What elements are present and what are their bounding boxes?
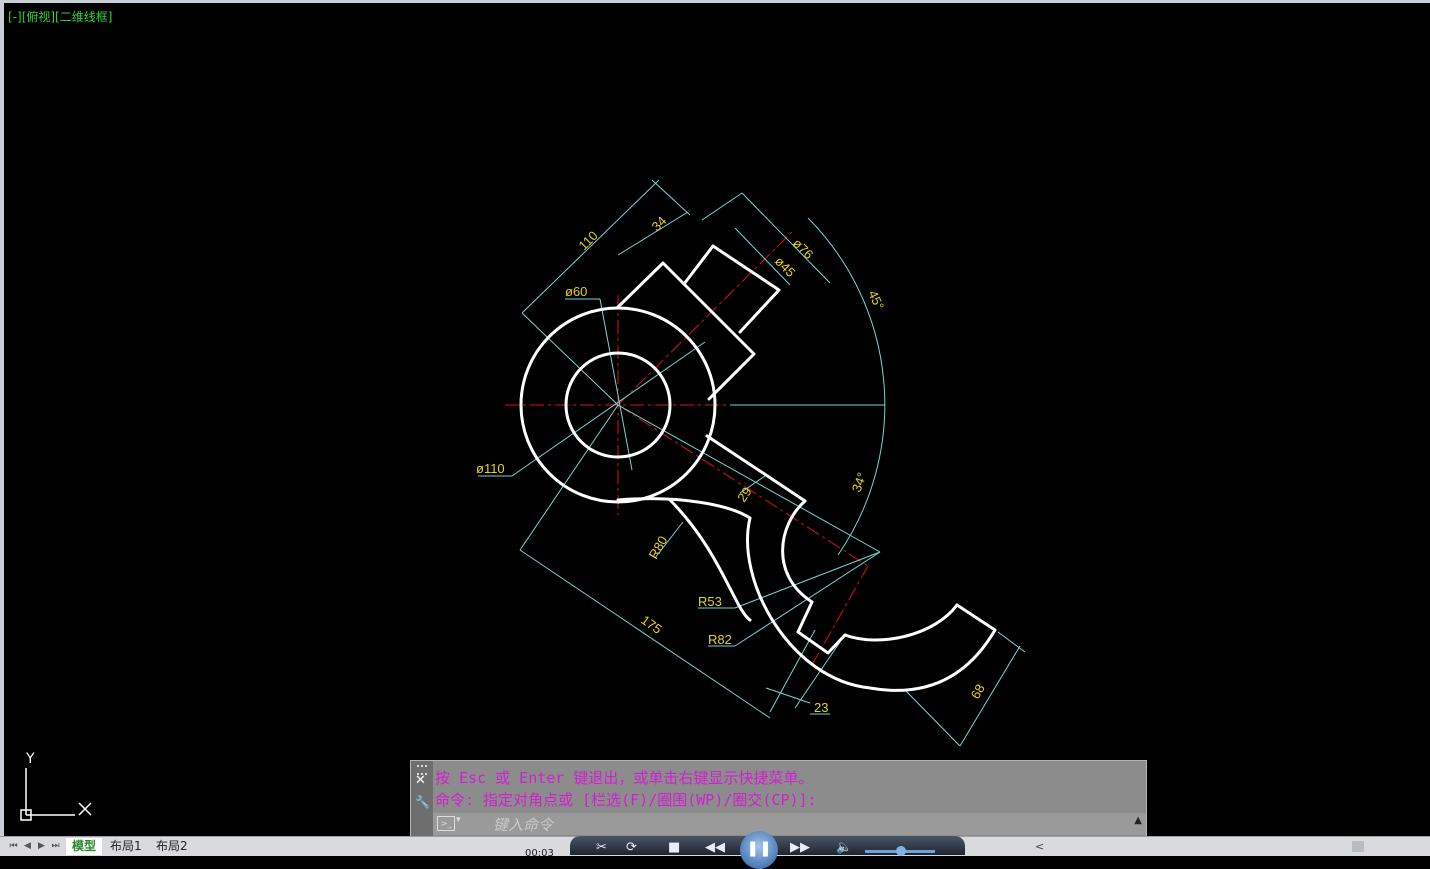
dimension-texts: 110 34 ø76 ø45 ø60 ø110 45° 34° 29 R80 R…: [476, 213, 988, 715]
tab-model[interactable]: 模型: [66, 838, 103, 855]
next-tab-icon[interactable]: ▶: [36, 840, 47, 852]
media-time: 00:03: [525, 848, 554, 859]
inner-c-arc: [843, 603, 959, 642]
cad-drawing: 110 34 ø76 ø45 ø60 ø110 45° 34° 29 R80 R…: [20, 179, 1026, 821]
command-prompt-icon[interactable]: >_: [437, 816, 455, 831]
dim-175-line: [519, 549, 771, 719]
c-end-edge: [955, 603, 997, 632]
rewind-icon[interactable]: ◀◀: [705, 840, 725, 855]
volume-icon[interactable]: 🔈: [836, 840, 852, 855]
dim-175: 175: [638, 612, 664, 637]
ext-line: [769, 629, 816, 713]
command-input[interactable]: [491, 814, 1095, 835]
tab-layout2[interactable]: 布局2: [150, 838, 194, 855]
dim-phi76-line: [701, 192, 743, 221]
leader-phi60: [599, 298, 633, 471]
ext-line: [794, 641, 841, 709]
dim-110: 110: [576, 228, 601, 253]
dim-r53: R53: [698, 594, 722, 609]
chevron-down-icon[interactable]: ▾: [456, 815, 461, 825]
ext-line: [651, 179, 691, 216]
command-window[interactable]: ✕ 🔧 按 Esc 或 Enter 键退出，或单击右键显示快捷菜单。 命令: 指…: [410, 760, 1147, 838]
pause-icon[interactable]: ❚❚: [740, 831, 778, 869]
dim-angle-45: 45°: [865, 288, 887, 312]
part-geometry: [519, 244, 997, 692]
command-input-bar[interactable]: >_ ▾ ▲: [433, 813, 1146, 835]
last-tab-icon[interactable]: ⏭: [50, 840, 61, 852]
dim-r82: R82: [708, 632, 732, 647]
tab-layout1[interactable]: 布局1: [104, 838, 148, 855]
dim-phi45: ø45: [772, 254, 798, 280]
dim-phi76: ø76: [790, 236, 816, 262]
dim-29: 29: [734, 484, 755, 504]
chevron-up-icon[interactable]: ▲: [1134, 815, 1142, 826]
ext-line: [997, 631, 1026, 653]
ext-line: [904, 689, 961, 747]
repeat-icon[interactable]: ⟳: [626, 840, 637, 855]
horizontal-scroll-thumb[interactable]: [1352, 841, 1364, 852]
command-sidebar: ✕ 🔧: [411, 761, 433, 837]
ucs-icon: [20, 768, 92, 821]
dimension-lines: [478, 179, 1026, 747]
command-history-line-1: 按 Esc 或 Enter 键退出，或单击右键显示快捷菜单。: [435, 769, 814, 787]
drawing-viewport[interactable]: [-][俯视][二维线框] 110 34 ø76 ø45 ø60 ø110 45…: [0, 0, 1430, 855]
center-lines: [505, 231, 869, 666]
prev-tab-icon[interactable]: ◀: [22, 840, 33, 852]
dim-phi110: ø110: [476, 461, 505, 476]
ext-line: [519, 404, 619, 551]
dim-angle-34: 34°: [849, 470, 870, 494]
first-tab-icon[interactable]: ⏮: [8, 840, 19, 852]
angle-arc: [807, 217, 886, 556]
arm-top-edge: [705, 434, 807, 503]
wrench-icon[interactable]: 🔧: [415, 795, 430, 809]
scissors-icon[interactable]: ✂: [596, 840, 607, 855]
command-history-line-2: 命令: 指定对角点或 [栏选(F)/圈围(WP)/圈交(CP)]:: [435, 791, 817, 809]
centerline-lower: [811, 565, 869, 666]
ext-line: [521, 312, 619, 406]
ucs-y-label: Y: [25, 751, 35, 767]
dim-r80: R80: [646, 533, 671, 561]
dim-68: 68: [968, 681, 988, 701]
fast-forward-icon[interactable]: ▶▶: [790, 840, 810, 855]
stop-icon[interactable]: ■: [668, 840, 680, 855]
r53-arc: [781, 499, 814, 604]
dim-23: 23: [814, 700, 828, 715]
dim-phi60: ø60: [565, 284, 587, 299]
scroll-left-icon[interactable]: <: [1035, 840, 1044, 853]
close-icon[interactable]: ✕: [415, 773, 426, 788]
dim-34: 34: [649, 213, 670, 234]
